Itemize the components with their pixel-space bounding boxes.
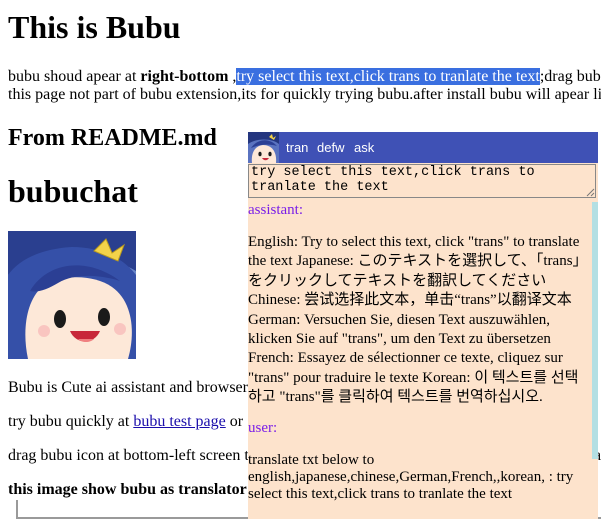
bubu-toolbar: tran defw ask (248, 132, 598, 163)
bubu-test-page-link[interactable]: bubu test page (133, 413, 225, 430)
para-try-prefix: try bubu quickly at (8, 413, 134, 430)
intro-prefix: bubu shoud apear at (8, 68, 141, 85)
bubu-panel: tran defw ask assistant: English: Try to… (248, 132, 598, 519)
resize-grip-icon[interactable] (585, 187, 595, 197)
bubuchat-heading: bubuchat (8, 173, 138, 209)
bubu-avatar-icon (8, 231, 136, 359)
assistant-label: assistant: (248, 202, 303, 218)
tran-button[interactable]: tran (286, 140, 308, 155)
bubu-avatar-image (8, 231, 136, 359)
user-message: translate txt below to english,japanese,… (248, 452, 574, 502)
selected-text[interactable]: try select this text,click trans to tran… (236, 68, 540, 85)
intro-suffix: ;drag bub (539, 68, 601, 85)
intro-position: right-bottom (140, 68, 229, 85)
para-intro: Bubu is Cute ai assistant and browser (8, 379, 248, 396)
defw-button[interactable]: defw (317, 140, 344, 155)
para-drag: drag bubu icon at bottom-left screen t (8, 447, 249, 464)
intro-line: bubu shoud apear at right-bottom ,try se… (8, 68, 601, 86)
prompt-input[interactable] (248, 164, 596, 198)
ask-button[interactable]: ask (354, 140, 374, 155)
para-image-caption: this image show bubu as translator (8, 481, 247, 498)
page: This is Bubu bubu shoud apear at right-b… (0, 0, 601, 519)
readme-heading: From README.md (8, 125, 217, 151)
bubu-avatar-icon[interactable] (248, 132, 279, 163)
page-title: This is Bubu (8, 9, 181, 45)
info-line: this page not part of bubu extension,its… (8, 86, 601, 103)
assistant-message: English: Try to select this text, click … (248, 234, 588, 406)
para-try-suffix: or (225, 413, 244, 430)
para-try: try bubu quickly at bubu test page or (8, 413, 243, 431)
user-label: user: (248, 420, 278, 436)
panel-scrollbar[interactable] (592, 202, 598, 459)
